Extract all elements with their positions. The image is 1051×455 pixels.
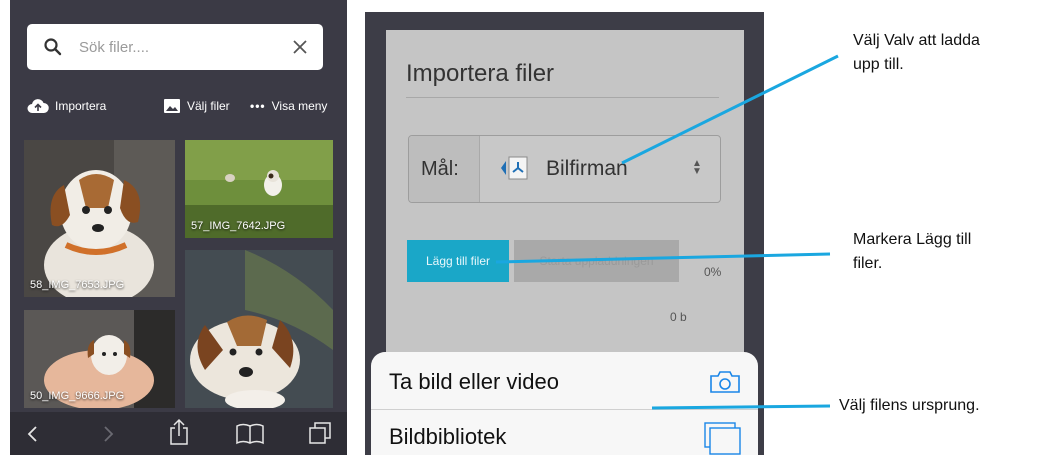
search-box[interactable] xyxy=(27,24,323,70)
bookmarks-icon[interactable] xyxy=(235,422,265,446)
import-label: Importera xyxy=(55,99,107,113)
cloud-upload-icon xyxy=(27,99,49,113)
callout-line-2: upp till. xyxy=(853,56,904,73)
photo-thumbnail[interactable]: 58_IMG_7653.JPG xyxy=(24,140,175,297)
target-value-box[interactable]: Bilfirman ▲ ▼ xyxy=(480,136,720,202)
choose-files-button[interactable]: Välj filer xyxy=(163,96,230,116)
search-icon xyxy=(44,38,62,56)
callout-choose-vault: Välj Valv att ladda upp till. xyxy=(853,29,980,77)
show-menu-button[interactable]: ••• Visa meny xyxy=(250,96,327,116)
add-files-button[interactable]: Lägg till filer xyxy=(407,240,509,282)
callout-line-1: Markera Lägg till xyxy=(853,231,972,248)
close-icon[interactable] xyxy=(290,37,310,57)
import-dialog-screen: Importera filer Mål: Bilfirman ▲ ▼ Lägg t… xyxy=(365,12,764,455)
callout-line-1: Välj Valv att ladda xyxy=(853,32,980,49)
back-icon[interactable] xyxy=(25,425,39,443)
more-dots-icon: ••• xyxy=(250,99,266,113)
start-upload-button[interactable]: Starta uppladdningen xyxy=(514,240,679,282)
page-title: Importera filer xyxy=(406,60,555,87)
puppy-on-sofa-photo xyxy=(185,250,333,408)
import-button[interactable]: Importera xyxy=(27,96,106,116)
photo-thumbnail[interactable] xyxy=(185,250,333,408)
target-value: Bilfirman xyxy=(546,157,628,180)
callout-mark-add-files: Markera Lägg till filer. xyxy=(853,228,971,276)
source-action-sheet: Ta bild eller video Bildbibliotek xyxy=(371,352,758,455)
photo-thumbnail[interactable]: 50_IMG_9666.JPG xyxy=(24,310,175,408)
browser-bottom-bar xyxy=(10,412,347,455)
upload-size: 0 b xyxy=(670,310,687,324)
image-icon xyxy=(164,99,180,113)
share-icon[interactable] xyxy=(168,418,190,446)
target-label-box: Mål: xyxy=(409,136,480,202)
target-vault-select[interactable]: Mål: Bilfirman ▲ ▼ xyxy=(408,135,721,203)
vault-icon xyxy=(501,156,528,180)
puppy-photo xyxy=(24,140,175,297)
thumbnail-filename: 50_IMG_9666.JPG xyxy=(30,390,125,402)
take-photo-label: Ta bild eller video xyxy=(389,369,559,394)
target-label: Mål: xyxy=(421,158,459,180)
select-arrows-icon: ▲ ▼ xyxy=(692,158,702,177)
tabs-icon[interactable] xyxy=(307,420,333,446)
photo-library-icon xyxy=(704,422,741,455)
take-photo-or-video-option[interactable]: Ta bild eller video xyxy=(371,355,758,409)
divider xyxy=(406,97,719,98)
camera-icon xyxy=(710,371,740,393)
callout-choose-source: Välj filens ursprung. xyxy=(839,397,980,414)
upload-progress-percent: 0% xyxy=(704,265,722,279)
photo-library-label: Bildbibliotek xyxy=(389,424,507,449)
thumbnail-filename: 57_IMG_7642.JPG xyxy=(191,220,286,232)
file-browser-screen: Importera Välj filer ••• Visa meny xyxy=(10,0,347,455)
search-input[interactable] xyxy=(79,36,279,58)
file-toolbar: Importera Välj filer ••• Visa meny xyxy=(10,92,347,120)
forward-icon[interactable] xyxy=(102,425,116,443)
callout-line-2: filer. xyxy=(853,255,883,272)
choose-files-label: Välj filer xyxy=(187,99,230,113)
photo-thumbnail[interactable]: 57_IMG_7642.JPG xyxy=(185,140,333,238)
photo-library-option[interactable]: Bildbibliotek xyxy=(371,410,758,455)
thumbnail-filename: 58_IMG_7653.JPG xyxy=(30,279,125,291)
show-menu-label: Visa meny xyxy=(271,99,328,113)
